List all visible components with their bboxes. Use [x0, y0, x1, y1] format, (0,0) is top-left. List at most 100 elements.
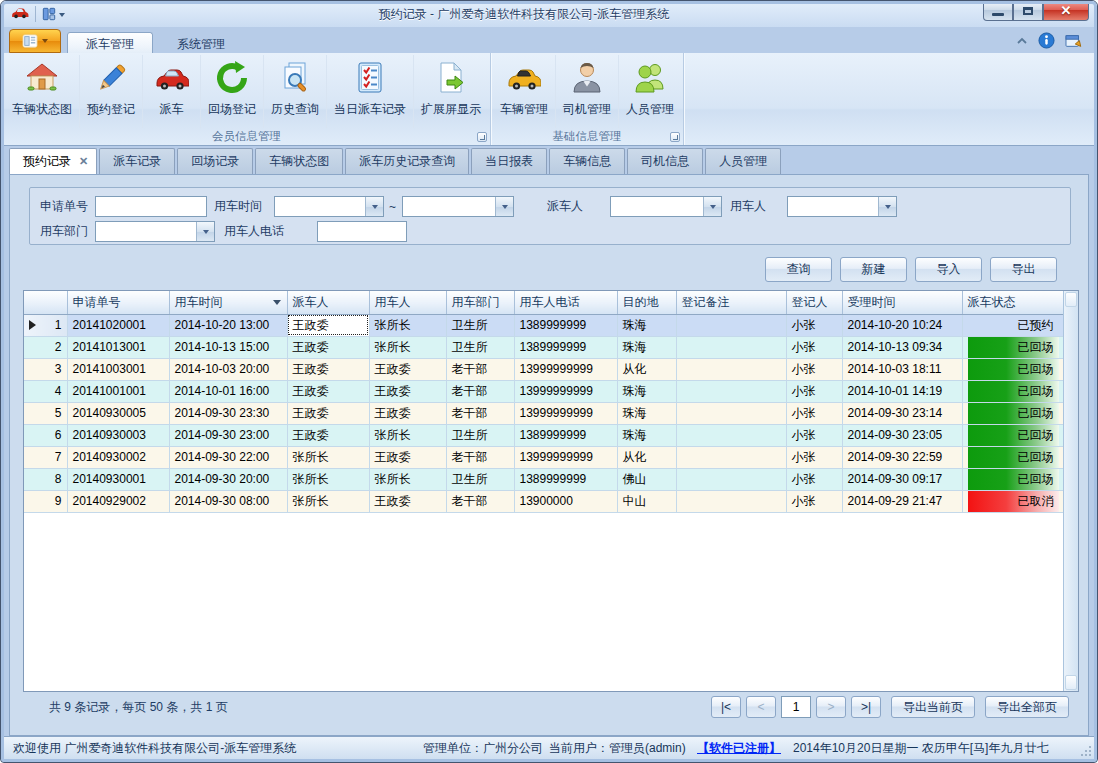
doc-tab-派车历史记录查询[interactable]: 派车历史记录查询 [345, 148, 469, 175]
status-cell[interactable]: 已回场 [962, 468, 1064, 490]
cell[interactable]: 珠海 [617, 336, 676, 358]
close-button[interactable]: ✕ [1043, 1, 1089, 21]
cell[interactable]: 卫生所 [446, 424, 514, 446]
doc-tab-车辆状态图[interactable]: 车辆状态图 [255, 148, 343, 175]
cell[interactable]: 从化 [617, 446, 676, 468]
cell[interactable]: 小张 [786, 358, 842, 380]
cell[interactable]: 13999999999 [514, 358, 617, 380]
cell[interactable]: 王政委 [287, 380, 369, 402]
grid-row-8[interactable]: 8201409300012014-09-30 20:00张所长张所长卫生所138… [24, 468, 1064, 490]
export-all-pages-button[interactable]: 导出全部页 [985, 696, 1069, 718]
column-header-登记人[interactable]: 登记人 [786, 291, 842, 314]
cell[interactable]: 小张 [786, 402, 842, 424]
collapse-ribbon-icon[interactable] [1016, 36, 1028, 45]
ribbon-button-预约登记[interactable]: 预约登记 [80, 55, 143, 128]
cell[interactable]: 2014-10-01 16:00 [169, 380, 287, 402]
cell[interactable]: 小张 [786, 380, 842, 402]
ribbon-button-当日派车记录[interactable]: 当日派车记录 [327, 55, 414, 128]
cell[interactable]: 2014-10-20 10:24 [842, 314, 962, 336]
cell[interactable]: 小张 [786, 446, 842, 468]
cell[interactable]: 2014-10-13 09:34 [842, 336, 962, 358]
quick-access-toolbar[interactable] [42, 7, 65, 21]
cell[interactable]: 20140930001 [67, 468, 169, 490]
status-cell[interactable]: 已回场 [962, 446, 1064, 468]
grid-row-1[interactable]: 1201410200012014-10-20 13:00王政委张所长卫生所138… [24, 314, 1064, 336]
cell[interactable]: 1389999999 [514, 424, 617, 446]
export-current-page-button[interactable]: 导出当前页 [891, 696, 975, 718]
cell[interactable]: 13900000 [514, 490, 617, 512]
column-header-用车人电话[interactable]: 用车人电话 [514, 291, 617, 314]
column-header-用车部门[interactable]: 用车部门 [446, 291, 514, 314]
cell[interactable]: 珠海 [617, 424, 676, 446]
cell[interactable]: 中山 [617, 490, 676, 512]
dispatcher-combo[interactable] [610, 196, 722, 217]
ribbon-button-车辆状态图[interactable]: 车辆状态图 [5, 55, 80, 128]
cell[interactable]: 张所长 [287, 490, 369, 512]
cell[interactable]: 2014-09-30 23:30 [169, 402, 287, 424]
cell[interactable]: 1389999999 [514, 468, 617, 490]
cell[interactable]: 20140930002 [67, 446, 169, 468]
ribbon-button-车辆管理[interactable]: 车辆管理 [493, 55, 556, 128]
cell[interactable]: 王政委 [287, 424, 369, 446]
cell[interactable]: 13999999999 [514, 446, 617, 468]
cell[interactable]: 王政委 [369, 490, 446, 512]
cell[interactable]: 老干部 [446, 402, 514, 424]
cell[interactable]: 珠海 [617, 402, 676, 424]
cell[interactable]: 1389999999 [514, 336, 617, 358]
cell[interactable]: 2014-10-03 20:00 [169, 358, 287, 380]
cell[interactable]: 1389999999 [514, 314, 617, 336]
ribbon-button-司机管理[interactable]: 司机管理 [556, 55, 619, 128]
cell[interactable] [676, 314, 786, 336]
cell[interactable]: 珠海 [617, 314, 676, 336]
restore-button[interactable] [1013, 1, 1043, 21]
next-page-button[interactable]: > [816, 696, 846, 718]
dept-combo[interactable] [95, 221, 215, 242]
export-button[interactable]: 导出 [990, 257, 1057, 282]
import-button[interactable]: 导入 [915, 257, 982, 282]
create-button[interactable]: 新建 [840, 257, 907, 282]
vertical-scrollbar[interactable] [1063, 291, 1078, 691]
cell[interactable]: 20141020001 [67, 314, 169, 336]
use-time-from-combo[interactable] [274, 196, 384, 217]
cell[interactable] [676, 424, 786, 446]
cell[interactable]: 王政委 [369, 402, 446, 424]
doc-tab-派车记录[interactable]: 派车记录 [99, 148, 175, 175]
cell[interactable]: 2014-10-13 15:00 [169, 336, 287, 358]
cell[interactable]: 王政委 [369, 358, 446, 380]
cell[interactable]: 小张 [786, 490, 842, 512]
dialog-launcher-icon[interactable] [477, 132, 487, 142]
grid-row-5[interactable]: 5201409300052014-09-30 23:30王政委王政委老干部139… [24, 402, 1064, 424]
close-tab-icon[interactable]: ✕ [79, 155, 88, 167]
cell[interactable] [676, 490, 786, 512]
status-cell[interactable]: 已回场 [962, 424, 1064, 446]
cell[interactable]: 20141003001 [67, 358, 169, 380]
phone-input[interactable] [317, 221, 407, 242]
cell[interactable]: 2014-09-30 08:00 [169, 490, 287, 512]
cell[interactable]: 2014-09-30 23:05 [842, 424, 962, 446]
cell[interactable] [676, 402, 786, 424]
application-menu-button[interactable] [9, 29, 61, 53]
cell[interactable]: 卫生所 [446, 468, 514, 490]
cell[interactable]: 2014-09-30 22:59 [842, 446, 962, 468]
cell[interactable]: 小张 [786, 468, 842, 490]
sort-dropdown-icon[interactable] [273, 300, 281, 305]
first-page-button[interactable]: |< [711, 696, 741, 718]
grid-row-2[interactable]: 2201410130012014-10-13 15:00王政委张所长卫生所138… [24, 336, 1064, 358]
last-page-button[interactable]: >| [851, 696, 881, 718]
ribbon-button-回场登记[interactable]: 回场登记 [201, 55, 264, 128]
cell[interactable]: 王政委 [287, 336, 369, 358]
cell[interactable]: 20140930003 [67, 424, 169, 446]
doc-tab-预约记录[interactable]: 预约记录✕ [9, 148, 97, 175]
cell[interactable]: 2014-09-30 09:17 [842, 468, 962, 490]
cell[interactable] [676, 380, 786, 402]
doc-tab-人员管理[interactable]: 人员管理 [705, 148, 781, 175]
cell[interactable]: 张所长 [369, 314, 446, 336]
cell[interactable]: 2014-10-03 18:11 [842, 358, 962, 380]
column-header-受理时间[interactable]: 受理时间 [842, 291, 962, 314]
status-cell[interactable]: 已预约 [962, 314, 1064, 336]
status-cell[interactable]: 已回场 [962, 380, 1064, 402]
cell[interactable]: 佛山 [617, 468, 676, 490]
cell[interactable]: 老干部 [446, 490, 514, 512]
dialog-launcher-icon[interactable] [670, 132, 680, 142]
cell[interactable]: 小张 [786, 314, 842, 336]
